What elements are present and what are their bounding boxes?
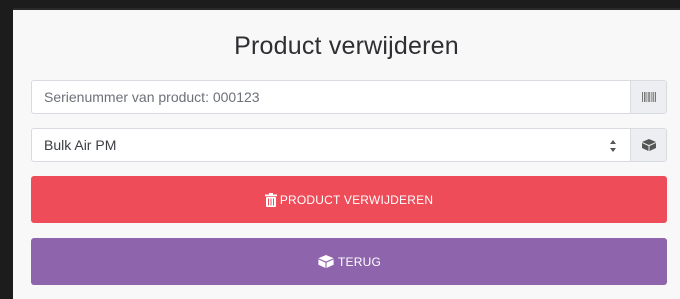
boxes-icon	[317, 255, 335, 268]
back-label: TERUG	[338, 254, 381, 269]
delete-product-button[interactable]: PRODUCT VERWIJDEREN	[31, 176, 667, 223]
boxes-icon	[641, 139, 656, 151]
back-button[interactable]: TERUG	[31, 238, 667, 285]
delete-product-label: PRODUCT VERWIJDEREN	[279, 192, 434, 207]
boxes-addon[interactable]	[630, 129, 666, 161]
trash-icon	[264, 192, 277, 207]
remove-product-panel: Product verwijderen Bulk Air PM	[13, 8, 680, 299]
product-select-value: Bulk Air PM	[44, 137, 117, 153]
product-select[interactable]: Bulk Air PM	[32, 129, 630, 161]
serial-number-input[interactable]	[32, 81, 630, 113]
barcode-icon	[641, 92, 656, 102]
select-arrows-icon	[610, 140, 616, 152]
product-select-group: Bulk Air PM	[31, 128, 667, 162]
barcode-addon[interactable]	[630, 81, 666, 113]
page-title: Product verwijderen	[234, 32, 459, 60]
serial-input-group	[31, 80, 667, 114]
